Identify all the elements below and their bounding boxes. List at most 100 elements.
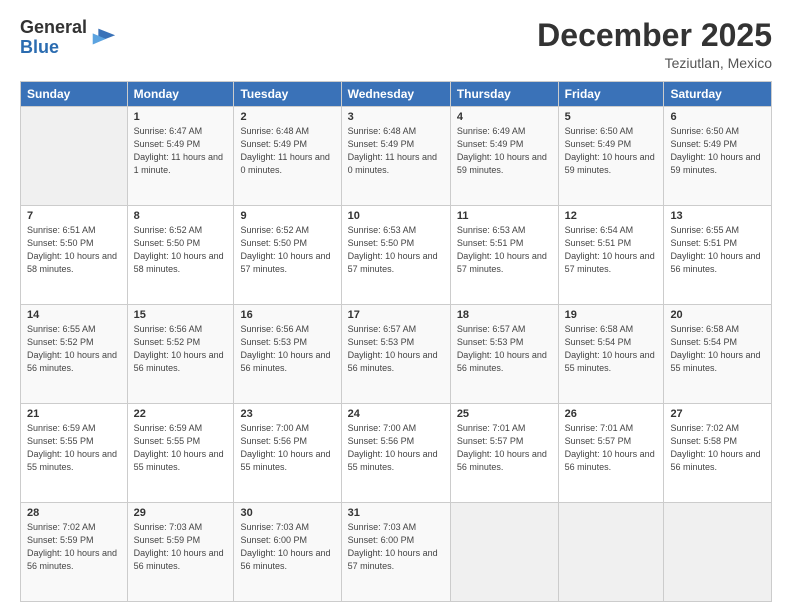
cell-info: Sunrise: 6:53 AM Sunset: 5:50 PM Dayligh… (348, 224, 444, 276)
cell-info: Sunrise: 6:51 AM Sunset: 5:50 PM Dayligh… (27, 224, 121, 276)
day-number: 3 (348, 111, 444, 123)
col-header-tuesday: Tuesday (234, 82, 341, 107)
day-number: 22 (134, 408, 228, 420)
day-number: 2 (240, 111, 334, 123)
cell-5-2: 29 Sunrise: 7:03 AM Sunset: 5:59 PM Dayli… (127, 503, 234, 602)
title-block: December 2025 Teziutlan, Mexico (537, 18, 772, 71)
cell-info: Sunrise: 7:02 AM Sunset: 5:59 PM Dayligh… (27, 521, 121, 573)
cell-1-7: 6 Sunrise: 6:50 AM Sunset: 5:49 PM Daylig… (664, 107, 772, 206)
day-number: 28 (27, 507, 121, 519)
cell-4-5: 25Sunrise: 7:01 AM Sunset: 5:57 PM Dayli… (450, 404, 558, 503)
cell-4-7: 27Sunrise: 7:02 AM Sunset: 5:58 PM Dayli… (664, 404, 772, 503)
week-row-5: 28 Sunrise: 7:02 AM Sunset: 5:59 PM Dayli… (21, 503, 772, 602)
cell-info: Sunrise: 7:03 AM Sunset: 6:00 PM Dayligh… (240, 521, 334, 573)
cell-3-1: 14 Sunrise: 6:55 AM Sunset: 5:52 PM Dayli… (21, 305, 128, 404)
cell-2-2: 8 Sunrise: 6:52 AM Sunset: 5:50 PM Daylig… (127, 206, 234, 305)
cell-2-5: 11 Sunrise: 6:53 AM Sunset: 5:51 PM Dayli… (450, 206, 558, 305)
cell-info: Sunrise: 6:59 AM Sunset: 5:55 PM Dayligh… (134, 422, 228, 474)
cell-4-6: 26 Sunrise: 7:01 AM Sunset: 5:57 PM Dayli… (558, 404, 664, 503)
cell-2-1: 7Sunrise: 6:51 AM Sunset: 5:50 PM Daylig… (21, 206, 128, 305)
day-number: 20 (670, 309, 765, 321)
cell-2-7: 13 Sunrise: 6:55 AM Sunset: 5:51 PM Dayli… (664, 206, 772, 305)
cell-info: Sunrise: 6:56 AM Sunset: 5:53 PM Dayligh… (240, 323, 334, 375)
cell-info: Sunrise: 6:57 AM Sunset: 5:53 PM Dayligh… (457, 323, 552, 375)
day-number: 31 (348, 507, 444, 519)
cell-info: Sunrise: 7:03 AM Sunset: 5:59 PM Dayligh… (134, 521, 228, 573)
day-number: 10 (348, 210, 444, 222)
week-row-3: 14 Sunrise: 6:55 AM Sunset: 5:52 PM Dayli… (21, 305, 772, 404)
cell-info: Sunrise: 6:54 AM Sunset: 5:51 PM Dayligh… (565, 224, 658, 276)
calendar-table: SundayMondayTuesdayWednesdayThursdayFrid… (20, 81, 772, 602)
cell-1-5: 4Sunrise: 6:49 AM Sunset: 5:49 PM Daylig… (450, 107, 558, 206)
day-number: 24 (348, 408, 444, 420)
day-number: 6 (670, 111, 765, 123)
cell-1-3: 2 Sunrise: 6:48 AM Sunset: 5:49 PM Daylig… (234, 107, 341, 206)
day-number: 26 (565, 408, 658, 420)
col-header-thursday: Thursday (450, 82, 558, 107)
cell-info: Sunrise: 7:03 AM Sunset: 6:00 PM Dayligh… (348, 521, 444, 573)
day-number: 12 (565, 210, 658, 222)
cell-info: Sunrise: 6:50 AM Sunset: 5:49 PM Dayligh… (670, 125, 765, 177)
cell-5-3: 30Sunrise: 7:03 AM Sunset: 6:00 PM Dayli… (234, 503, 341, 602)
cell-info: Sunrise: 6:53 AM Sunset: 5:51 PM Dayligh… (457, 224, 552, 276)
day-number: 8 (134, 210, 228, 222)
page: General Blue December 2025 Teziutlan, Me… (0, 0, 792, 612)
cell-5-7 (664, 503, 772, 602)
cell-3-4: 17Sunrise: 6:57 AM Sunset: 5:53 PM Dayli… (341, 305, 450, 404)
cell-1-4: 3Sunrise: 6:48 AM Sunset: 5:49 PM Daylig… (341, 107, 450, 206)
cell-info: Sunrise: 6:52 AM Sunset: 5:50 PM Dayligh… (134, 224, 228, 276)
cell-info: Sunrise: 6:55 AM Sunset: 5:52 PM Dayligh… (27, 323, 121, 375)
day-number: 5 (565, 111, 658, 123)
logo-general: General (20, 17, 87, 37)
location: Teziutlan, Mexico (537, 55, 772, 71)
cell-3-5: 18 Sunrise: 6:57 AM Sunset: 5:53 PM Dayli… (450, 305, 558, 404)
col-header-wednesday: Wednesday (341, 82, 450, 107)
week-row-1: 1Sunrise: 6:47 AM Sunset: 5:49 PM Daylig… (21, 107, 772, 206)
cell-info: Sunrise: 6:55 AM Sunset: 5:51 PM Dayligh… (670, 224, 765, 276)
cell-5-6 (558, 503, 664, 602)
cell-info: Sunrise: 6:50 AM Sunset: 5:49 PM Dayligh… (565, 125, 658, 177)
cell-4-4: 24 Sunrise: 7:00 AM Sunset: 5:56 PM Dayli… (341, 404, 450, 503)
cell-info: Sunrise: 6:48 AM Sunset: 5:49 PM Dayligh… (240, 125, 334, 177)
day-number: 25 (457, 408, 552, 420)
day-number: 23 (240, 408, 334, 420)
cell-info: Sunrise: 7:01 AM Sunset: 5:57 PM Dayligh… (565, 422, 658, 474)
cell-info: Sunrise: 6:52 AM Sunset: 5:50 PM Dayligh… (240, 224, 334, 276)
day-number: 16 (240, 309, 334, 321)
cell-3-2: 15 Sunrise: 6:56 AM Sunset: 5:52 PM Dayli… (127, 305, 234, 404)
cell-5-1: 28 Sunrise: 7:02 AM Sunset: 5:59 PM Dayli… (21, 503, 128, 602)
cell-1-1 (21, 107, 128, 206)
cell-info: Sunrise: 6:59 AM Sunset: 5:55 PM Dayligh… (27, 422, 121, 474)
day-number: 18 (457, 309, 552, 321)
day-number: 13 (670, 210, 765, 222)
cell-4-1: 21Sunrise: 6:59 AM Sunset: 5:55 PM Dayli… (21, 404, 128, 503)
col-header-saturday: Saturday (664, 82, 772, 107)
header-row: SundayMondayTuesdayWednesdayThursdayFrid… (21, 82, 772, 107)
day-number: 17 (348, 309, 444, 321)
cell-info: Sunrise: 6:56 AM Sunset: 5:52 PM Dayligh… (134, 323, 228, 375)
day-number: 29 (134, 507, 228, 519)
cell-2-3: 9 Sunrise: 6:52 AM Sunset: 5:50 PM Daylig… (234, 206, 341, 305)
cell-3-3: 16 Sunrise: 6:56 AM Sunset: 5:53 PM Dayli… (234, 305, 341, 404)
day-number: 14 (27, 309, 121, 321)
day-number: 11 (457, 210, 552, 222)
cell-1-6: 5 Sunrise: 6:50 AM Sunset: 5:49 PM Daylig… (558, 107, 664, 206)
day-number: 9 (240, 210, 334, 222)
cell-5-4: 31 Sunrise: 7:03 AM Sunset: 6:00 PM Dayli… (341, 503, 450, 602)
day-number: 19 (565, 309, 658, 321)
week-row-4: 21Sunrise: 6:59 AM Sunset: 5:55 PM Dayli… (21, 404, 772, 503)
day-number: 15 (134, 309, 228, 321)
header: General Blue December 2025 Teziutlan, Me… (20, 18, 772, 71)
col-header-sunday: Sunday (21, 82, 128, 107)
cell-4-3: 23Sunrise: 7:00 AM Sunset: 5:56 PM Dayli… (234, 404, 341, 503)
week-row-2: 7Sunrise: 6:51 AM Sunset: 5:50 PM Daylig… (21, 206, 772, 305)
day-number: 27 (670, 408, 765, 420)
cell-info: Sunrise: 6:58 AM Sunset: 5:54 PM Dayligh… (670, 323, 765, 375)
logo-blue: Blue (20, 37, 59, 57)
logo-icon (89, 24, 117, 52)
logo: General Blue (20, 18, 117, 58)
cell-info: Sunrise: 7:00 AM Sunset: 5:56 PM Dayligh… (348, 422, 444, 474)
cell-5-5 (450, 503, 558, 602)
col-header-friday: Friday (558, 82, 664, 107)
cell-3-7: 20 Sunrise: 6:58 AM Sunset: 5:54 PM Dayli… (664, 305, 772, 404)
